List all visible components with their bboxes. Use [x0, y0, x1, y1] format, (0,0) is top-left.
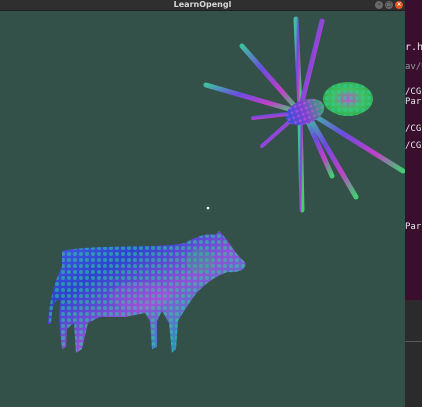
cow-belly-shading: [110, 282, 170, 310]
close-button[interactable]: ×: [395, 1, 403, 9]
terminal-line: /CG-: [405, 141, 422, 151]
terminal-line: /CG-: [405, 87, 422, 97]
window-title: LearnOpengl: [173, 0, 232, 9]
background-panel: [405, 300, 422, 407]
title-bar[interactable]: LearnOpengl – □ ×: [0, 0, 405, 11]
close-icon: ×: [396, 1, 402, 8]
spider-leg: [297, 114, 305, 213]
divider: [405, 341, 422, 342]
cow-model: [48, 231, 246, 353]
terminal-line: av/D: [405, 62, 422, 72]
spider-leg: [297, 18, 325, 113]
cursor-dot: [206, 206, 210, 210]
spider-leg: [293, 16, 303, 113]
terminal-line: r.h: [405, 42, 422, 53]
terminal-line: Pars: [405, 222, 422, 232]
maximize-button[interactable]: □: [385, 1, 393, 9]
spider-model: [203, 16, 405, 213]
terminal-line: Pars: [405, 97, 422, 107]
render-canvas[interactable]: [0, 11, 405, 407]
minimize-button[interactable]: –: [375, 1, 383, 9]
minimize-icon: –: [377, 1, 381, 8]
terminal-line: /CG-: [405, 124, 422, 134]
opengl-window: LearnOpengl – □ ×: [0, 0, 405, 407]
maximize-icon: □: [386, 1, 392, 8]
spider-abdomen-mesh: [323, 82, 373, 116]
scene-svg: [48, 16, 405, 353]
cow-neck-shading: [186, 249, 214, 273]
